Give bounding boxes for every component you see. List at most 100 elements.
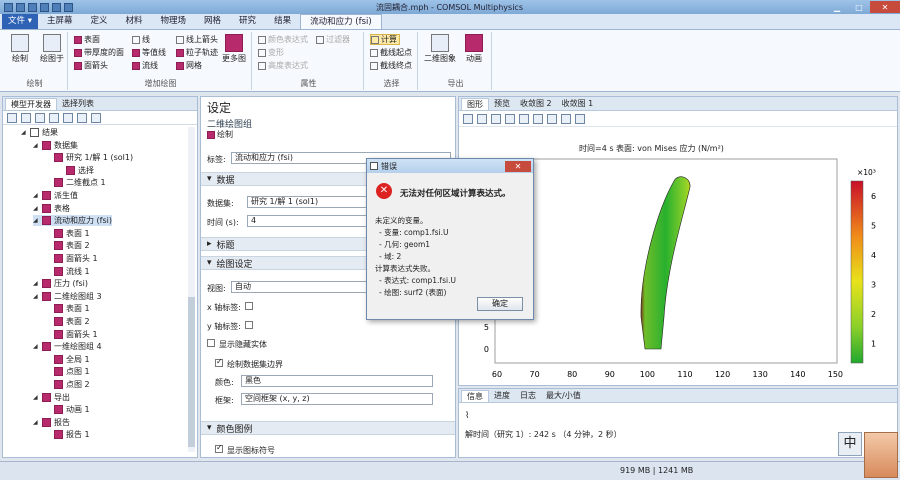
close-button[interactable]: ✕ bbox=[870, 1, 900, 13]
tree-item[interactable]: 面箭头 1 bbox=[45, 253, 98, 264]
mesh-button[interactable]: 网格 bbox=[176, 60, 202, 71]
tree-item[interactable]: ◢ 导出 bbox=[33, 392, 70, 403]
tab-max-min[interactable]: 最大/小值 bbox=[541, 390, 586, 402]
surface-arrow-button[interactable]: 面箭头 bbox=[74, 60, 108, 71]
group-add-plot: 表面 带厚度的面 面箭头 线 等值线 流线 线上箭头 粒子轨迹 网格 更多图 增… bbox=[70, 32, 252, 90]
tree-item[interactable]: 全局 1 bbox=[45, 354, 90, 365]
tree-item[interactable]: ◢ 流动和应力 (fsi) bbox=[33, 215, 112, 227]
show-icon[interactable] bbox=[63, 113, 73, 123]
up-icon[interactable] bbox=[35, 113, 45, 123]
particle-track-button[interactable]: 粒子轨迹 bbox=[176, 47, 218, 58]
expand-toggle-icon[interactable]: ◢ bbox=[33, 192, 39, 199]
draw-boundary-checkbox[interactable] bbox=[215, 357, 223, 367]
section-color-legend[interactable]: ▾ 颜色图例 bbox=[201, 421, 455, 435]
tree-item[interactable]: 动画 1 bbox=[45, 404, 90, 415]
expand-icon[interactable] bbox=[77, 113, 87, 123]
down-icon[interactable] bbox=[49, 113, 59, 123]
color-select[interactable]: 黑色 bbox=[241, 375, 433, 387]
expand-toggle-icon[interactable]: ◢ bbox=[33, 205, 39, 212]
tab-progress[interactable]: 进度 bbox=[489, 390, 515, 402]
image-2d-button[interactable]: 二维图象 bbox=[424, 32, 456, 64]
line-button[interactable]: 线 bbox=[132, 34, 150, 45]
contour-button[interactable]: 等值线 bbox=[132, 47, 166, 58]
tree-scrollbar[interactable] bbox=[188, 127, 195, 452]
tab-model-builder[interactable]: 模型开发器 bbox=[5, 98, 57, 110]
minimize-button[interactable]: ▁ bbox=[826, 1, 848, 13]
broom-icon[interactable]: ⌇ bbox=[465, 411, 469, 421]
draw-button[interactable]: 绘制 bbox=[4, 32, 36, 64]
expand-toggle-icon[interactable]: ◢ bbox=[21, 129, 27, 136]
tree-item[interactable]: 表面 1 bbox=[45, 228, 90, 239]
tree-item[interactable]: ◢ 报告 bbox=[33, 417, 70, 428]
tree-scrollbar-thumb[interactable] bbox=[188, 297, 195, 447]
surface-button[interactable]: 表面 bbox=[74, 34, 100, 45]
tree-item[interactable]: ◢ 二维绘图组 3 bbox=[33, 291, 102, 302]
line-arrow-button[interactable]: 线上箭头 bbox=[176, 34, 218, 45]
expand-toggle-icon[interactable]: ◢ bbox=[33, 343, 39, 350]
expand-toggle-icon[interactable]: ◢ bbox=[33, 419, 39, 426]
tab-flow-stress[interactable]: 流动和应力 (fsi) bbox=[300, 14, 382, 29]
tree-item[interactable]: ◢ 一维绘图组 4 bbox=[33, 341, 102, 352]
height-surface-button[interactable]: 带厚度的面 bbox=[74, 47, 124, 58]
tree-item[interactable]: ◢ 结果 bbox=[21, 127, 58, 138]
frame-select[interactable]: 空间框架 (x, y, z) bbox=[241, 393, 433, 405]
color-expression-button[interactable]: 颜色表达式 bbox=[258, 34, 308, 45]
tree-item[interactable]: 二维截点 1 bbox=[45, 177, 106, 188]
tab-file[interactable]: 文件 ▾ bbox=[2, 14, 38, 29]
animation-button[interactable]: 动画 bbox=[458, 32, 490, 64]
tab-materials[interactable]: 材料 bbox=[117, 14, 152, 29]
ime-indicator[interactable]: 中 bbox=[838, 432, 862, 456]
collapse-icon[interactable] bbox=[91, 113, 101, 123]
tree-item[interactable]: ◢ 数据集 bbox=[33, 140, 78, 151]
node-icon bbox=[54, 241, 63, 251]
forward-icon[interactable] bbox=[21, 113, 31, 123]
tree-item[interactable]: 表面 1 bbox=[45, 303, 90, 314]
expand-toggle-icon[interactable]: ◢ bbox=[33, 293, 39, 300]
tab-log[interactable]: 日志 bbox=[515, 390, 541, 402]
tab-study[interactable]: 研究 bbox=[230, 14, 265, 29]
quick-access-toolbar[interactable] bbox=[4, 2, 73, 12]
tab-mesh[interactable]: 网格 bbox=[195, 14, 230, 29]
tab-info[interactable]: 信息 bbox=[461, 390, 489, 402]
tree-item[interactable]: 流线 1 bbox=[45, 266, 90, 277]
hidden-entities-checkbox[interactable] bbox=[207, 339, 215, 347]
show-legend-checkbox[interactable] bbox=[215, 443, 223, 453]
streamline-button[interactable]: 流线 bbox=[132, 60, 158, 71]
tree-item[interactable]: 选择 bbox=[57, 165, 94, 176]
tab-definitions[interactable]: 定义 bbox=[81, 14, 116, 29]
ok-button[interactable]: 确定 bbox=[477, 297, 523, 311]
tree-item[interactable]: 点图 2 bbox=[45, 379, 90, 390]
tree-item[interactable]: 表面 2 bbox=[45, 316, 90, 327]
filter-button[interactable]: 过滤器 bbox=[316, 34, 350, 45]
expand-toggle-icon[interactable]: ◢ bbox=[33, 142, 39, 149]
tree-item[interactable]: ◢ 压力 (fsi) bbox=[33, 278, 88, 289]
dialog-close-button[interactable]: ✕ bbox=[505, 160, 531, 172]
settings-draw-button[interactable]: 绘制 bbox=[207, 129, 233, 140]
tree-item[interactable]: 面箭头 1 bbox=[45, 329, 98, 340]
expand-toggle-icon[interactable]: ◢ bbox=[33, 394, 39, 401]
calculate-button[interactable]: 计算 bbox=[370, 34, 400, 45]
height-expression-button[interactable]: 高度表达式 bbox=[258, 60, 308, 71]
cutline-start-button[interactable]: 截线起点 bbox=[370, 47, 412, 58]
tree-item[interactable]: 研究 1/解 1 (sol1) bbox=[45, 152, 133, 163]
expand-toggle-icon[interactable]: ◢ bbox=[33, 280, 39, 287]
expand-toggle-icon[interactable]: ◢ bbox=[33, 217, 39, 224]
tab-selection-list[interactable]: 选择列表 bbox=[57, 98, 99, 110]
tree-item[interactable]: 报告 1 bbox=[45, 429, 90, 440]
tree-item[interactable]: ◢ 派生值 bbox=[33, 190, 78, 201]
tree-item[interactable]: 点图 1 bbox=[45, 366, 90, 377]
more-plots-button[interactable]: 更多图 bbox=[218, 32, 250, 64]
maximize-button[interactable]: □ bbox=[848, 1, 870, 13]
tree-item[interactable]: 表面 2 bbox=[45, 240, 90, 251]
yaxis-checkbox[interactable] bbox=[245, 321, 253, 329]
node-icon bbox=[54, 254, 63, 263]
cutline-end-button[interactable]: 截线终点 bbox=[370, 60, 412, 71]
deform-button[interactable]: 变形 bbox=[258, 47, 284, 58]
xaxis-checkbox[interactable] bbox=[245, 302, 253, 310]
tab-home[interactable]: 主屏幕 bbox=[38, 14, 82, 29]
draw-in-button[interactable]: 绘图于 bbox=[36, 32, 68, 64]
back-icon[interactable] bbox=[7, 113, 17, 123]
tree-item[interactable]: ◢ 表格 bbox=[33, 203, 70, 214]
tab-physics[interactable]: 物理场 bbox=[152, 14, 196, 29]
tab-results[interactable]: 结果 bbox=[265, 14, 300, 29]
